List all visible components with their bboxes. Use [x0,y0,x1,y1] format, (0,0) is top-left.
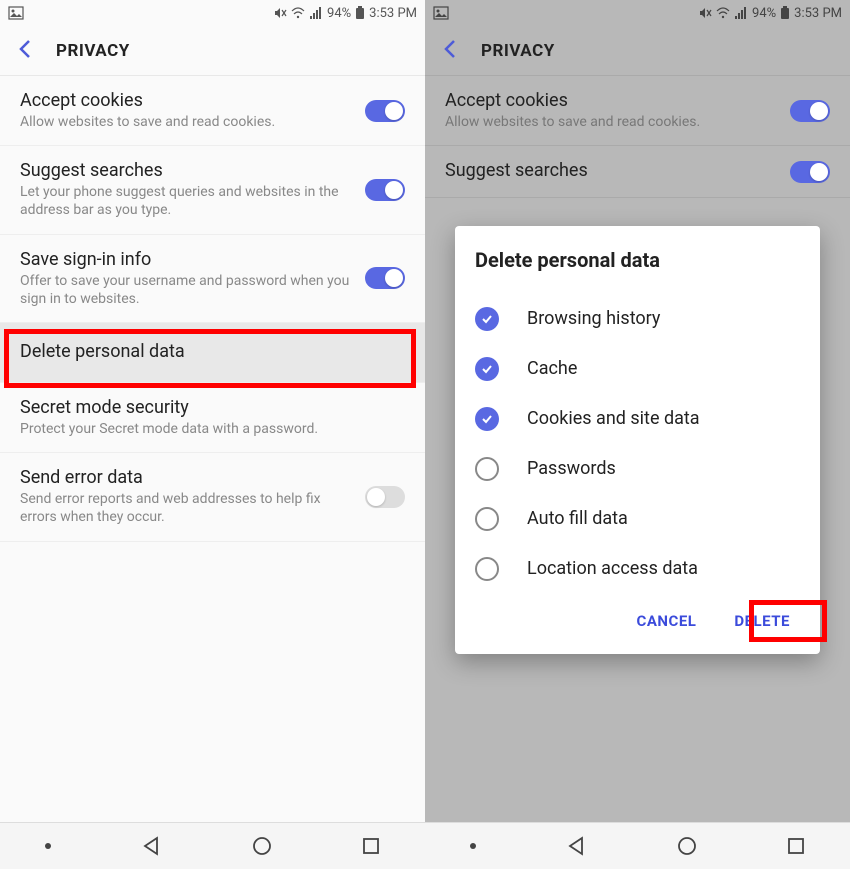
option-label: Cache [527,358,577,379]
toggle-suggest-searches[interactable] [365,179,405,201]
status-bar: 94% 3:53 PM [0,0,425,26]
setting-title: Send error data [20,467,355,488]
setting-accept-cookies[interactable]: Accept cookies Allow websites to save an… [0,76,425,146]
setting-delete-personal-data[interactable]: Delete personal data [0,323,425,383]
back-icon[interactable] [18,39,32,63]
checkbox-checked-icon[interactable] [475,407,499,431]
nav-back-icon[interactable] [140,835,162,857]
settings-list: Accept cookies Allow websites to save an… [0,76,425,822]
page-title: PRIVACY [56,41,130,61]
nav-dot[interactable] [44,842,52,850]
option-location-access-data[interactable]: Location access data [475,544,800,594]
option-label: Browsing history [527,308,660,329]
option-auto-fill-data[interactable]: Auto fill data [475,494,800,544]
toggle-save-signin[interactable] [365,267,405,289]
setting-title: Save sign-in info [20,249,355,270]
setting-secret-mode[interactable]: Secret mode security Protect your Secret… [0,383,425,453]
setting-desc: Protect your Secret mode data with a pas… [20,420,395,438]
delete-personal-data-dialog: Delete personal data Browsing history Ca… [455,226,820,654]
nav-bar [0,822,425,869]
dialog-actions: CANCEL DELETE [475,604,800,638]
option-cookies-site-data[interactable]: Cookies and site data [475,394,800,444]
status-time: 3:53 PM [369,6,417,21]
mute-icon [273,6,287,20]
option-label: Passwords [527,458,616,479]
phone-screen-left: 94% 3:53 PM PRIVACY Accept cookies Allow… [0,0,425,869]
option-cache[interactable]: Cache [475,344,800,394]
setting-suggest-searches[interactable]: Suggest searches Let your phone suggest … [0,146,425,234]
checkbox-unchecked-icon[interactable] [475,507,499,531]
option-passwords[interactable]: Passwords [475,444,800,494]
signal-icon [309,6,323,20]
battery-icon [355,6,365,20]
checkbox-checked-icon[interactable] [475,307,499,331]
phone-screen-right: 94% 3:53 PM PRIVACY Accept cookies Allow… [425,0,850,869]
setting-send-error[interactable]: Send error data Send error reports and w… [0,453,425,541]
setting-save-signin[interactable]: Save sign-in info Offer to save your use… [0,235,425,323]
checkbox-checked-icon[interactable] [475,357,499,381]
setting-desc: Send error reports and web addresses to … [20,490,355,526]
option-browsing-history[interactable]: Browsing history [475,294,800,344]
option-label: Auto fill data [527,508,628,529]
toggle-accept-cookies[interactable] [365,100,405,122]
header: PRIVACY [0,26,425,76]
setting-title: Delete personal data [20,341,395,362]
setting-title: Accept cookies [20,90,355,111]
cancel-button[interactable]: CANCEL [633,604,701,638]
nav-home-icon[interactable] [251,835,273,857]
wifi-icon [291,6,305,20]
option-label: Cookies and site data [527,408,700,429]
battery-percent: 94% [327,6,351,21]
checkbox-unchecked-icon[interactable] [475,557,499,581]
setting-title: Suggest searches [20,160,355,181]
setting-desc: Let your phone suggest queries and websi… [20,183,355,219]
toggle-send-error[interactable] [365,486,405,508]
delete-button[interactable]: DELETE [730,604,794,638]
setting-desc: Allow websites to save and read cookies. [20,113,355,131]
checkbox-unchecked-icon[interactable] [475,457,499,481]
setting-desc: Offer to save your username and password… [20,272,355,308]
setting-title: Secret mode security [20,397,395,418]
dialog-title: Delete personal data [475,248,800,272]
nav-recent-icon[interactable] [361,836,381,856]
option-label: Location access data [527,558,698,579]
app-icon [8,5,24,21]
modal-overlay: Delete personal data Browsing history Ca… [425,0,850,869]
